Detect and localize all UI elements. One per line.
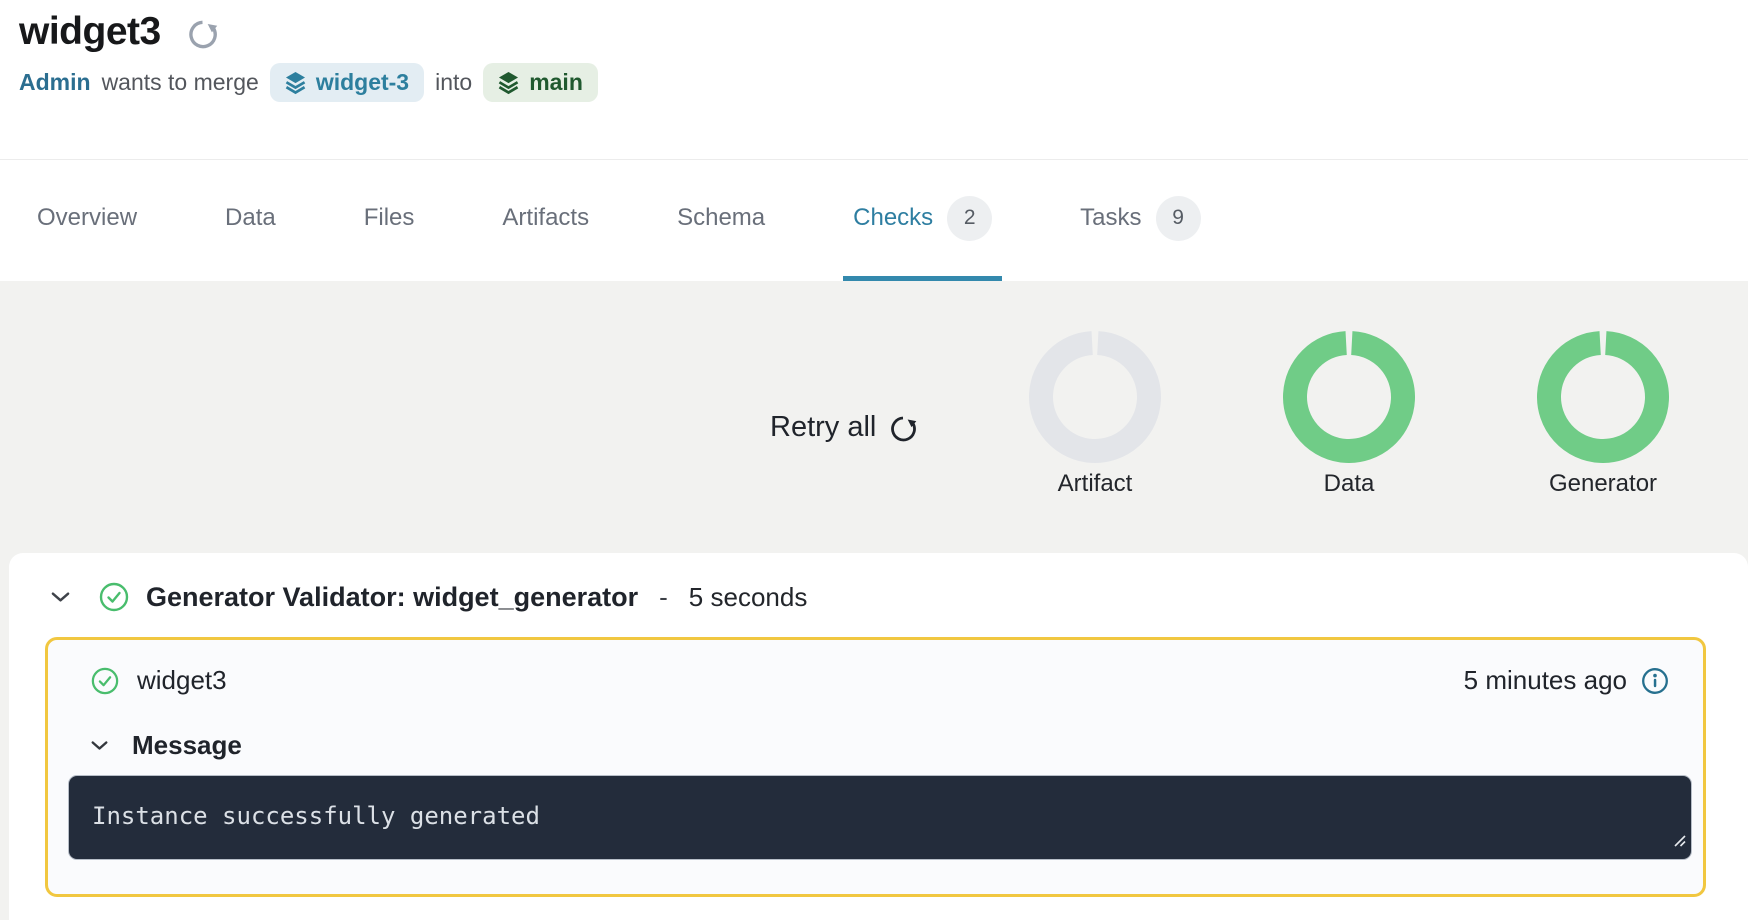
donut-data[interactable]: Data	[1249, 331, 1449, 498]
donut-artifact[interactable]: Artifact	[995, 331, 1195, 498]
donut-ring-passed	[1283, 331, 1415, 463]
refresh-icon[interactable]	[187, 19, 218, 50]
tab-label: Schema	[677, 204, 765, 232]
message-section-header: Message	[91, 730, 1669, 761]
branch-layers-icon	[285, 71, 306, 95]
checks-summary-section: Retry all Artifact Data Generator	[0, 281, 1748, 553]
donut-label: Generator	[1549, 470, 1657, 498]
checks-detail-card: Generator Validator: widget_generator - …	[9, 553, 1748, 920]
tab-checks[interactable]: Checks 2	[843, 160, 1002, 281]
result-success-icon	[91, 667, 119, 695]
result-header-row: widget3 5 minutes ago	[91, 665, 1669, 696]
source-branch-badge[interactable]: widget-3	[270, 63, 424, 102]
info-icon[interactable]	[1641, 667, 1669, 695]
resize-handle-icon[interactable]	[1672, 833, 1687, 853]
tab-checks-count-badge: 2	[947, 196, 992, 241]
tab-label: Files	[364, 204, 415, 232]
check-result-box: widget3 5 minutes ago Message Instance s…	[45, 637, 1706, 897]
target-branch-name: main	[529, 69, 583, 96]
chevron-down-icon[interactable]	[91, 740, 108, 751]
author-link[interactable]: Admin	[19, 69, 91, 96]
branch-layers-icon	[498, 71, 519, 95]
tab-bar: Overview Data Files Artifacts Schema Che…	[0, 159, 1748, 281]
source-branch-name: widget-3	[316, 69, 409, 96]
tab-tasks[interactable]: Tasks 9	[1070, 160, 1210, 281]
message-output-container: Instance successfully generated	[68, 775, 1692, 860]
tab-label: Tasks	[1080, 204, 1141, 232]
tab-files[interactable]: Files	[354, 160, 425, 281]
tab-label: Data	[225, 204, 276, 232]
merge-request-header: widget3 Admin wants to merge widget-3 in…	[0, 0, 1748, 159]
message-output-textarea[interactable]: Instance successfully generated	[68, 775, 1692, 860]
check-status-donuts: Artifact Data Generator	[995, 331, 1703, 498]
check-dash: -	[659, 582, 668, 613]
donut-ring-pending	[1029, 331, 1161, 463]
check-header-row: Generator Validator: widget_generator - …	[9, 579, 1748, 615]
check-duration: 5 seconds	[689, 582, 808, 613]
donut-generator[interactable]: Generator	[1503, 331, 1703, 498]
tab-overview[interactable]: Overview	[27, 160, 147, 281]
byline-preposition: into	[435, 69, 472, 96]
retry-all-label: Retry all	[770, 411, 876, 444]
check-success-icon	[99, 582, 129, 612]
message-label: Message	[132, 730, 242, 761]
tab-label: Checks	[853, 204, 933, 232]
donut-ring-passed	[1537, 331, 1669, 463]
tab-artifacts[interactable]: Artifacts	[492, 160, 599, 281]
donut-label: Artifact	[1058, 470, 1133, 498]
retry-all-button[interactable]: Retry all	[770, 411, 917, 444]
donut-label: Data	[1324, 470, 1375, 498]
result-timestamp: 5 minutes ago	[1464, 665, 1627, 696]
check-title: Generator Validator: widget_generator	[146, 582, 638, 613]
tab-tasks-count-badge: 9	[1156, 196, 1201, 241]
merge-byline: Admin wants to merge widget-3 into	[0, 63, 1748, 102]
tab-data[interactable]: Data	[215, 160, 286, 281]
chevron-down-icon[interactable]	[51, 591, 70, 603]
retry-icon	[889, 415, 917, 443]
target-branch-badge[interactable]: main	[483, 63, 598, 102]
tab-label: Overview	[37, 204, 137, 232]
page-title: widget3	[19, 10, 161, 54]
tab-label: Artifacts	[502, 204, 589, 232]
byline-action-text: wants to merge	[102, 69, 259, 96]
tab-schema[interactable]: Schema	[667, 160, 775, 281]
result-instance-name: widget3	[137, 665, 227, 696]
